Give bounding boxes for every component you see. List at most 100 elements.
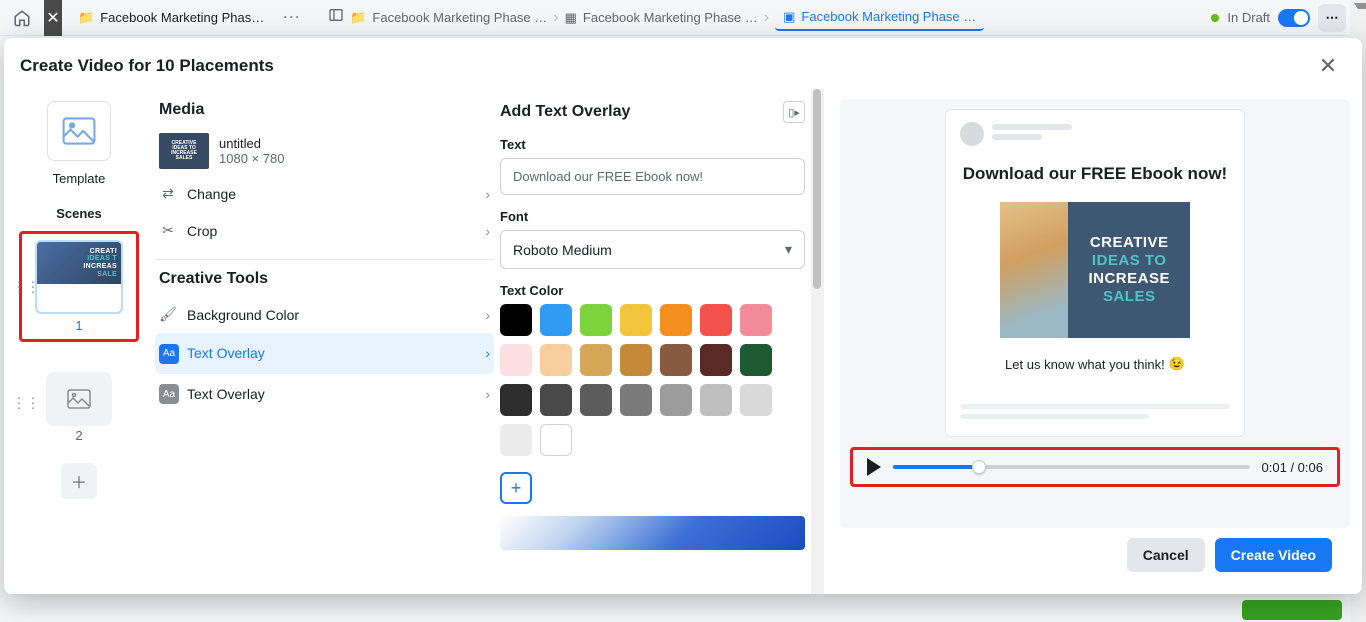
tab-menu-icon[interactable]: ⋯ (282, 7, 300, 28)
media-dimensions: 1080 × 780 (219, 151, 284, 166)
create-video-button[interactable]: Create Video (1215, 538, 1332, 572)
color-swatch[interactable] (700, 384, 732, 416)
change-label: Change (187, 186, 236, 202)
bg-color-label: Background Color (187, 307, 299, 323)
close-icon[interactable]: ✕ (1314, 53, 1342, 79)
chevron-right-icon: › (485, 223, 490, 239)
text-icon: Aa (159, 343, 177, 364)
color-swatch[interactable] (660, 384, 692, 416)
chevron-right-icon: › (485, 186, 490, 202)
color-swatch[interactable] (700, 344, 732, 376)
font-select[interactable]: Roboto Medium ▾ (500, 230, 805, 269)
play-button[interactable] (867, 458, 881, 476)
text-overlay-tool-2[interactable]: Aa Text Overlay › (155, 374, 494, 415)
scene-2[interactable]: ⋮⋮ 2 (14, 362, 144, 443)
add-scene-button[interactable]: ＋ (61, 463, 97, 499)
panel-scrollbar[interactable] (811, 89, 823, 594)
color-swatch[interactable] (580, 384, 612, 416)
crumb-active[interactable]: ▣ Facebook Marketing Phase … (775, 5, 984, 31)
bg-color-tool[interactable]: 🖌 Background Color › (155, 296, 494, 333)
preview-caption: Let us know what you think!😉 (960, 356, 1230, 372)
crumb-label: Facebook Marketing Phase … (583, 10, 758, 25)
preview-headline: Download our FREE Ebook now! (960, 164, 1230, 184)
color-swatch[interactable] (500, 424, 532, 456)
text-overlay-panel: Add Text Overlay ▯▸ Text Font Roboto Med… (494, 89, 824, 594)
gradient-picker[interactable] (500, 516, 805, 550)
crop-label: Crop (187, 223, 217, 239)
divider (155, 259, 494, 260)
font-value: Roboto Medium (513, 242, 612, 258)
breadcrumb: 📁 Facebook Marketing Phase … › ▦ Faceboo… (316, 0, 1203, 36)
color-swatch[interactable] (660, 304, 692, 336)
empty-scene-thumb (46, 372, 112, 426)
create-video-modal: Create Video for 10 Placements ✕ Templat… (4, 38, 1362, 594)
color-swatch[interactable] (540, 424, 572, 456)
collapse-panel-icon[interactable]: ▯▸ (783, 101, 805, 123)
color-swatch[interactable] (620, 384, 652, 416)
crop-icon: ✂ (159, 222, 177, 239)
media-heading: Media (155, 101, 494, 127)
color-swatch[interactable] (620, 344, 652, 376)
text-overlay-label: Text Overlay (187, 345, 265, 361)
chevron-right-icon: › (485, 307, 490, 323)
behind-green-button (1242, 600, 1342, 620)
avatar-placeholder (960, 122, 984, 146)
cancel-button[interactable]: Cancel (1127, 538, 1205, 572)
video-player-bar: 0:01 / 0:06 (850, 447, 1340, 487)
status-area: In Draft ⋯ (1211, 4, 1358, 32)
top-chrome: ✕ 📁 Facebook Marketing Phas… ⋯ 📁 Faceboo… (0, 0, 1366, 36)
fb-preview-card: Download our FREE Ebook now! CREATIVE ID… (945, 109, 1245, 437)
status-dot-icon (1211, 14, 1219, 22)
preview-frame: Download our FREE Ebook now! CREATIVE ID… (840, 99, 1350, 528)
color-swatch[interactable] (620, 304, 652, 336)
overlay-title: Add Text Overlay (500, 103, 630, 121)
sidebar-toggle-icon[interactable] (328, 7, 344, 28)
more-button[interactable]: ⋯ (1318, 4, 1346, 32)
color-swatch[interactable] (740, 384, 772, 416)
color-swatch[interactable] (540, 344, 572, 376)
color-swatch[interactable] (700, 304, 732, 336)
add-color-button[interactable]: + (500, 472, 532, 504)
drag-handle-icon[interactable]: ⋮⋮ (12, 394, 40, 411)
color-swatch[interactable] (580, 344, 612, 376)
color-swatch[interactable] (500, 344, 532, 376)
seek-knob[interactable] (972, 460, 986, 474)
crop-media-button[interactable]: ✂ Crop › (155, 212, 494, 249)
wink-emoji-icon: 😉 (1169, 356, 1185, 372)
page-tab[interactable]: 📁 Facebook Marketing Phas… ⋯ (70, 0, 308, 36)
placeholder-line (992, 124, 1072, 130)
text-overlay-tool-active[interactable]: Aa Text Overlay › (155, 333, 494, 374)
color-swatch[interactable] (500, 384, 532, 416)
color-swatch[interactable] (740, 304, 772, 336)
caret-down-icon: ▾ (785, 241, 792, 258)
color-swatch[interactable] (580, 304, 612, 336)
color-swatches: + (500, 304, 805, 504)
folder-icon: 📁 (350, 10, 366, 26)
color-swatch[interactable] (540, 384, 572, 416)
color-swatch[interactable] (500, 304, 532, 336)
grid-icon: ▦ (565, 10, 577, 26)
crumb-folder[interactable]: 📁 Facebook Marketing Phase … (350, 10, 547, 26)
text-icon: Aa (159, 384, 177, 405)
scene-1[interactable]: ⋮⋮ CREATIIDEAS TINCREASSALE 1 (14, 231, 144, 342)
home-icon[interactable] (8, 4, 36, 32)
chevron-right-icon: › (764, 9, 769, 27)
draft-toggle[interactable] (1278, 9, 1310, 27)
placeholder-line (960, 404, 1230, 409)
template-card[interactable] (47, 101, 111, 161)
close-tab-dark[interactable]: ✕ (44, 0, 62, 36)
change-media-button[interactable]: ⇄ Change › (155, 175, 494, 212)
text-field-label: Text (500, 137, 805, 152)
color-swatch[interactable] (740, 344, 772, 376)
media-name: untitled (219, 136, 284, 151)
color-swatch[interactable] (540, 304, 572, 336)
crumb-grid[interactable]: ▦ Facebook Marketing Phase … (565, 10, 758, 26)
color-swatch[interactable] (660, 344, 692, 376)
media-row: CREATIVEIDEAS TOINCREASESALES untitled 1… (155, 127, 494, 175)
seek-bar[interactable] (893, 465, 1250, 469)
drag-handle-icon[interactable]: ⋮⋮ (12, 278, 40, 295)
modal-footer: Cancel Create Video (840, 528, 1350, 586)
overlay-text-input[interactable] (500, 158, 805, 195)
creative-tools-heading: Creative Tools (155, 270, 494, 296)
swap-icon: ⇄ (159, 185, 177, 202)
